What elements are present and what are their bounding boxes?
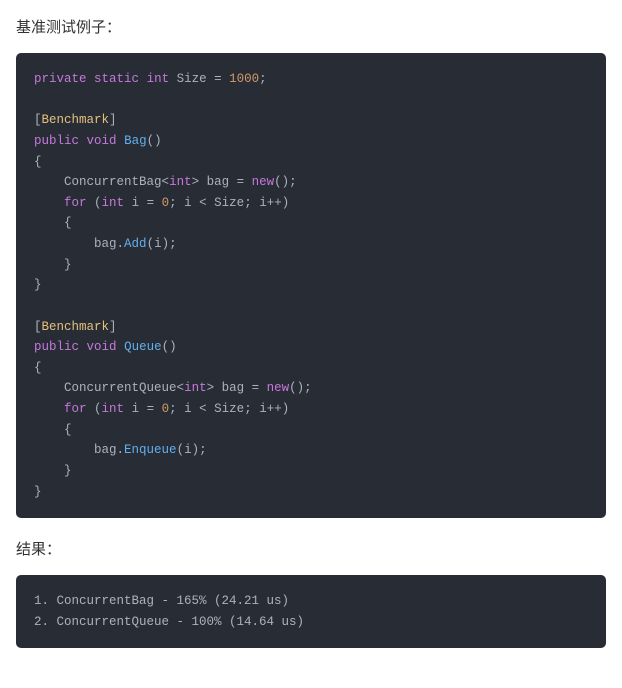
kw-for: for xyxy=(64,196,87,210)
inc: ++) xyxy=(267,402,290,416)
sp xyxy=(214,381,222,395)
lt-op: < xyxy=(192,196,215,210)
var-bag: bag xyxy=(222,381,245,395)
brace-open: { xyxy=(34,155,42,169)
type-int: int xyxy=(102,196,125,210)
brace-close: } xyxy=(34,464,72,478)
obj-bag: bag xyxy=(94,237,117,251)
var-i: i xyxy=(184,402,192,416)
lp: ( xyxy=(177,443,185,457)
type-void: void xyxy=(87,340,117,354)
type-int: int xyxy=(147,72,170,86)
attr-benchmark: Benchmark xyxy=(42,113,110,127)
kw-new: new xyxy=(252,175,275,189)
indent xyxy=(34,175,64,189)
sp: ( xyxy=(87,196,102,210)
eq: = xyxy=(207,72,230,86)
var-i: i xyxy=(259,402,267,416)
num-0: 0 xyxy=(162,196,170,210)
semi: ; xyxy=(244,402,259,416)
code-block-result: 1. ConcurrentBag - 165% (24.21 us) 2. Co… xyxy=(16,575,606,648)
code-block-example: private static int Size = 1000; [Benchma… xyxy=(16,53,606,518)
sp xyxy=(124,196,132,210)
eq: = xyxy=(244,381,267,395)
fn-queue: Queue xyxy=(124,340,162,354)
brace-close: } xyxy=(34,485,42,499)
eq: = xyxy=(139,402,162,416)
dot: . xyxy=(117,443,125,457)
dot: . xyxy=(117,237,125,251)
fn-add: Add xyxy=(124,237,147,251)
kw-private: private xyxy=(34,72,87,86)
attr-benchmark: Benchmark xyxy=(42,320,110,334)
sp xyxy=(124,402,132,416)
var-i: i xyxy=(132,196,140,210)
arg-i: i xyxy=(184,443,192,457)
eq: = xyxy=(139,196,162,210)
cls-concurrentqueue: ConcurrentQueue xyxy=(64,381,177,395)
indent xyxy=(34,402,64,416)
paren: () xyxy=(162,340,177,354)
semi: ; xyxy=(169,196,184,210)
kw-for: for xyxy=(64,402,87,416)
fn-enqueue: Enqueue xyxy=(124,443,177,457)
lp: ( xyxy=(147,237,155,251)
type-int: int xyxy=(102,402,125,416)
arg-i: i xyxy=(154,237,162,251)
lbracket: [ xyxy=(34,113,42,127)
num-1000: 1000 xyxy=(229,72,259,86)
kw-public: public xyxy=(34,134,79,148)
tail: (); xyxy=(274,175,297,189)
brace-close: } xyxy=(34,278,42,292)
var-size: Size xyxy=(214,402,244,416)
var-bag: bag xyxy=(207,175,230,189)
lbracket: [ xyxy=(34,320,42,334)
fn-bag: Bag xyxy=(124,134,147,148)
indent xyxy=(34,196,64,210)
lt: < xyxy=(177,381,185,395)
generic-int: int xyxy=(169,175,192,189)
obj-bag: bag xyxy=(94,443,117,457)
var-size: Size xyxy=(177,72,207,86)
gt: > xyxy=(192,175,200,189)
rbracket: ] xyxy=(109,113,117,127)
lt-op: < xyxy=(192,402,215,416)
semi: ; xyxy=(259,72,267,86)
result-line-2: 2. ConcurrentQueue - 100% (14.64 us) xyxy=(34,615,304,629)
rp: ); xyxy=(162,237,177,251)
var-size: Size xyxy=(214,196,244,210)
paren: () xyxy=(147,134,162,148)
kw-public: public xyxy=(34,340,79,354)
var-i: i xyxy=(259,196,267,210)
indent xyxy=(34,237,94,251)
indent xyxy=(34,381,64,395)
tail: (); xyxy=(289,381,312,395)
result-line-1: 1. ConcurrentBag - 165% (24.21 us) xyxy=(34,594,289,608)
semi: ; xyxy=(169,402,184,416)
num-0: 0 xyxy=(162,402,170,416)
brace-open: { xyxy=(34,423,72,437)
generic-int: int xyxy=(184,381,207,395)
cls-concurrentbag: ConcurrentBag xyxy=(64,175,162,189)
eq: = xyxy=(229,175,252,189)
lt: < xyxy=(162,175,170,189)
type-void: void xyxy=(87,134,117,148)
semi: ; xyxy=(244,196,259,210)
indent xyxy=(34,443,94,457)
kw-static: static xyxy=(94,72,139,86)
brace-close: } xyxy=(34,258,72,272)
heading-result: 结果： xyxy=(0,538,622,559)
sp xyxy=(199,175,207,189)
brace-open: { xyxy=(34,216,72,230)
sp: ( xyxy=(87,402,102,416)
var-i: i xyxy=(184,196,192,210)
rbracket: ] xyxy=(109,320,117,334)
heading-example: 基准测试例子： xyxy=(0,16,622,37)
gt: > xyxy=(207,381,215,395)
var-i: i xyxy=(132,402,140,416)
inc: ++) xyxy=(267,196,290,210)
rp: ); xyxy=(192,443,207,457)
kw-new: new xyxy=(267,381,290,395)
brace-open: { xyxy=(34,361,42,375)
